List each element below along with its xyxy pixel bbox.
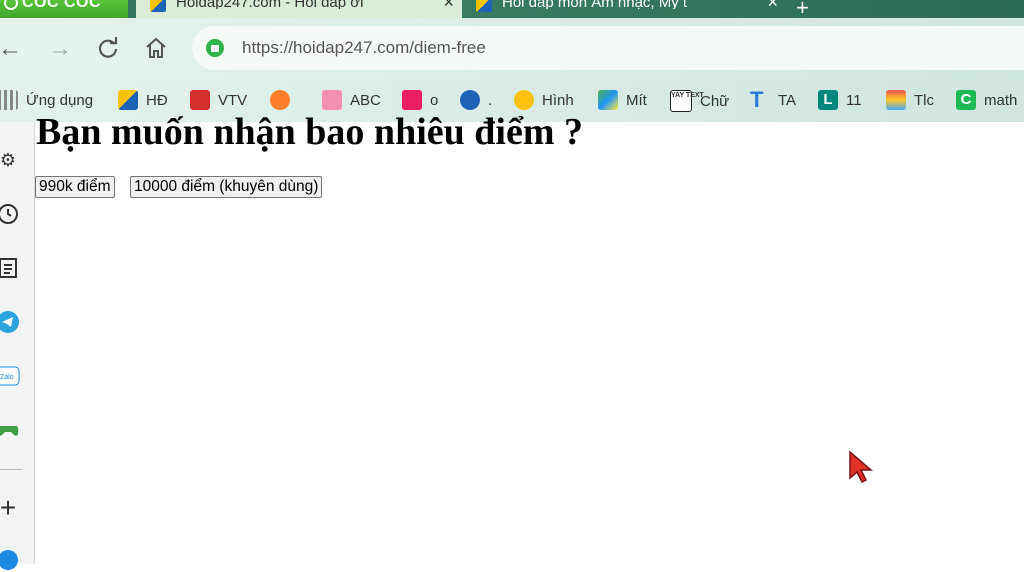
coccoc-logo-icon	[4, 0, 18, 10]
sidebar-divider	[0, 469, 22, 470]
rainbow-icon	[886, 90, 906, 110]
bookmark-mit[interactable]: Mít	[598, 90, 647, 110]
zalo-icon[interactable]: Zalo	[0, 364, 20, 388]
bookmark-label: HĐ	[146, 91, 168, 109]
notes-list-icon[interactable]	[0, 256, 20, 280]
tab-strip: CỐC CỐC Hoidap247.com - Hỏi đáp ơi × Hỏi…	[0, 0, 1024, 18]
bookmark-hd[interactable]: HĐ	[118, 90, 168, 110]
telegram-icon[interactable]	[0, 310, 20, 334]
tab-title: Hoidap247.com - Hỏi đáp ơi	[176, 0, 364, 9]
page-heading: Bạn muốn nhận bao nhiêu điểm ?	[36, 111, 583, 153]
back-arrow-icon[interactable]: ←	[0, 36, 22, 62]
orange-circle-icon	[270, 90, 290, 110]
bookmark-label: Mít	[626, 91, 647, 109]
coccoc-logo[interactable]: CỐC CỐC	[0, 0, 128, 18]
tab-hoidap247[interactable]: Hoidap247.com - Hỏi đáp ơi ×	[136, 0, 462, 18]
bookmark-tlc[interactable]: Tlc	[886, 90, 934, 110]
browser-toolbar: ← → https://hoidap247.com/diem-free	[0, 18, 1024, 80]
address-url[interactable]: https://hoidap247.com/diem-free	[242, 38, 486, 58]
bookmark-abc[interactable]: ABC	[322, 90, 381, 110]
add-plus-icon[interactable]: +	[0, 492, 20, 523]
extension-blue-icon[interactable]	[0, 548, 20, 572]
bookmark-apps[interactable]: Ứng dụng	[0, 90, 93, 110]
bookmark-label: math	[984, 91, 1018, 109]
brand-name: CỐC CỐC	[22, 0, 102, 11]
smiley-icon	[514, 90, 534, 110]
yay-text-icon: YAY TEXT	[670, 90, 704, 112]
c-letter-icon: C	[956, 90, 976, 110]
close-tab-icon[interactable]: ×	[443, 0, 454, 11]
hoidap-favicon-icon	[150, 0, 166, 12]
forward-arrow-icon[interactable]: →	[48, 36, 72, 62]
bookmark-label: .	[488, 91, 493, 109]
mouse-cursor-icon	[849, 450, 874, 484]
bookmark-label: TA	[778, 91, 797, 109]
reload-icon[interactable]	[96, 36, 120, 66]
bookmark-label: 11	[846, 91, 862, 109]
l-letter-icon: L	[818, 90, 838, 110]
gamepad-icon[interactable]	[0, 418, 20, 442]
bookmark-label: ABC	[350, 91, 381, 109]
settings-gear-icon[interactable]: ⚙	[0, 148, 20, 172]
bookmark-k[interactable]: .	[460, 90, 492, 110]
tab-title: Hỏi đáp môn Âm nhạc, Mỹ t	[502, 0, 688, 9]
pink-face-icon	[402, 90, 422, 110]
new-tab-icon[interactable]: +	[796, 0, 809, 18]
lock-icon[interactable]	[206, 39, 224, 57]
bookmark-orange[interactable]	[270, 90, 298, 110]
option-990k-button[interactable]: 990k điểm	[35, 176, 115, 198]
svg-text:Zalo: Zalo	[0, 374, 14, 381]
k-circle-icon	[460, 90, 480, 110]
photo-icon	[598, 90, 618, 110]
bookmark-vtv[interactable]: VTV	[190, 90, 247, 110]
apps-grid-icon	[0, 90, 18, 110]
bookmark-label: VTV	[218, 91, 248, 109]
bookmark-o[interactable]: o	[402, 90, 438, 110]
home-icon[interactable]	[144, 36, 168, 66]
bookmark-label: Chữ	[700, 92, 730, 110]
tab-am-nhac[interactable]: Hỏi đáp môn Âm nhạc, Mỹ t ×	[466, 0, 786, 18]
hoidap-favicon-icon	[476, 0, 492, 12]
option-10000-button[interactable]: 10000 điểm (khuyên dùng)	[130, 176, 323, 198]
close-tab-icon[interactable]: ×	[767, 0, 778, 11]
bookmark-label: o	[430, 91, 439, 109]
abc-doc-icon	[322, 90, 342, 110]
bookmark-hinh[interactable]: Hình	[514, 90, 574, 110]
bookmark-label: Hình	[542, 91, 574, 109]
bookmark-11[interactable]: L 11	[818, 90, 862, 110]
bookmark-ta[interactable]: T TA	[750, 87, 797, 112]
bookmark-label: Tlc	[914, 91, 934, 109]
bookmark-math[interactable]: C math	[956, 90, 1017, 110]
bookmark-chu[interactable]: YAY TEXT Chữ	[670, 90, 729, 112]
history-clock-icon[interactable]	[0, 202, 20, 226]
address-bar[interactable]: https://hoidap247.com/diem-free	[192, 26, 1024, 70]
vtv-icon	[190, 90, 210, 110]
hoidap-icon	[118, 90, 138, 110]
bookmark-label: Ứng dụng	[26, 91, 94, 109]
page-content: Bạn muốn nhận bao nhiêu điểm ? 990k điểm…	[35, 111, 1024, 564]
sidebar: ⚙ Zalo +	[0, 122, 35, 570]
t-letter-icon: T	[750, 87, 764, 112]
